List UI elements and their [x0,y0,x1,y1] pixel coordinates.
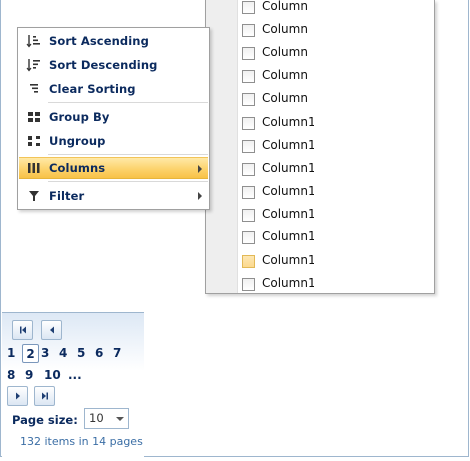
page-number-link[interactable]: 7 [113,344,121,363]
menu-item-filter[interactable]: Filter [19,185,208,207]
column-label: Column1 [262,207,314,221]
dropdown-arrow-icon [116,417,124,421]
column-label: Column1 [262,276,314,290]
grid-pager: 1234567 8 9 10... Page size: 10 132 items … [2,312,144,457]
next-page-icon [15,392,20,400]
menu-item-label: Group By [49,110,110,124]
submenu-arrow-icon [198,192,202,200]
column-toggle-item[interactable]: Column1 [206,274,406,293]
column-toggle-item[interactable]: Column [206,66,406,86]
column-toggle-item[interactable]: Column1 [206,136,406,156]
column-toggle-item[interactable]: Column1 [206,205,406,225]
column-toggle-item[interactable]: Column [206,20,406,40]
menu-item-columns[interactable]: Columns [19,157,208,179]
column-checkbox[interactable] [242,163,255,176]
page-number-link[interactable]: 1 [7,344,15,363]
page-size-select[interactable]: 10 [84,408,129,429]
column-label: Column [262,22,308,36]
column-checkbox[interactable] [242,93,255,106]
prev-page-icon [49,326,54,334]
menu-separator [48,102,208,103]
menu-item-label: Filter [49,189,85,203]
sort-ascending-icon [19,30,49,52]
menu-item-label: Ungroup [49,134,106,148]
next-page-button[interactable] [7,386,28,406]
column-label: Column [262,91,308,105]
column-checkbox[interactable] [242,117,255,130]
column-toggle-item[interactable]: Column1 [206,182,406,202]
submenu-scroll-area[interactable] [406,0,434,293]
header-context-menu: Sort Ascending Sort Descending Clear Sor… [17,27,210,210]
more-pages-link[interactable]: ... [68,366,82,385]
column-checkbox[interactable] [242,255,255,268]
submenu-arrow-icon [198,165,202,173]
page-number-link[interactable]: 5 [77,344,85,363]
column-label: Column1 [262,229,314,243]
column-label: Column1 [262,161,314,175]
page-number-link[interactable]: 9 [25,366,33,385]
column-toggle-item[interactable]: Column1 [206,227,406,247]
menu-item-label: Columns [49,161,106,175]
filter-icon [19,185,49,207]
page-number-link[interactable]: 8 [7,366,15,385]
menu-separator [48,181,208,182]
sort-descending-icon [19,54,49,76]
page-number-link[interactable]: 6 [95,344,103,363]
menu-separator [48,154,208,155]
menu-item-label: Clear Sorting [49,82,136,96]
menu-item-label: Sort Descending [49,58,158,72]
prev-page-button[interactable] [41,320,62,340]
page-size-value: 10 [89,411,104,425]
column-label: Column1 [262,184,314,198]
page-number-link[interactable]: 4 [59,344,67,363]
column-checkbox[interactable] [242,24,255,37]
column-label: Column1 [262,253,314,267]
first-page-icon [19,326,26,334]
page-number-link[interactable]: 2 [22,344,39,363]
column-checkbox[interactable] [242,47,255,60]
menu-item-label: Sort Ascending [49,34,149,48]
page-size-label: Page size: [12,413,78,427]
ungroup-icon [19,130,49,152]
last-page-icon [41,392,48,400]
column-label: Column1 [262,138,314,152]
group-by-icon [19,106,49,128]
menu-item-ungroup[interactable]: Ungroup [19,130,208,152]
menu-item-clear-sorting[interactable]: Clear Sorting [19,78,208,100]
column-checkbox[interactable] [242,209,255,222]
column-label: Column1 [262,115,314,129]
column-label: Column [262,45,308,59]
page-number-link[interactable]: 3 [41,344,49,363]
last-page-button[interactable] [34,386,55,406]
menu-item-group-by[interactable]: Group By [19,106,208,128]
column-checkbox[interactable] [242,231,255,244]
column-toggle-item[interactable]: Column [206,0,406,17]
column-toggle-item[interactable]: Column1 [206,159,406,179]
column-label: Column [262,68,308,82]
column-checkbox[interactable] [242,1,255,14]
column-checkbox[interactable] [242,70,255,83]
columns-icon [19,157,49,179]
page-number-link[interactable]: 10 [44,366,61,385]
column-toggle-item[interactable]: Column1 [206,113,406,133]
menu-item-sort-descending[interactable]: Sort Descending [19,54,208,76]
column-toggle-item[interactable]: Column [206,43,406,63]
columns-submenu: Column Column Column Column Column Column1 Col… [205,0,435,294]
first-page-button[interactable] [12,320,33,340]
column-checkbox[interactable] [242,140,255,153]
column-checkbox[interactable] [242,186,255,199]
menu-item-sort-ascending[interactable]: Sort Ascending [19,30,208,52]
column-checkbox[interactable] [242,278,255,291]
column-label: Column [262,0,308,13]
column-toggle-item[interactable]: Column [206,89,406,109]
pager-info: 132 items in 14 pages [20,435,143,448]
column-toggle-item[interactable]: Column1 [206,251,406,271]
clear-sorting-icon [19,78,49,100]
